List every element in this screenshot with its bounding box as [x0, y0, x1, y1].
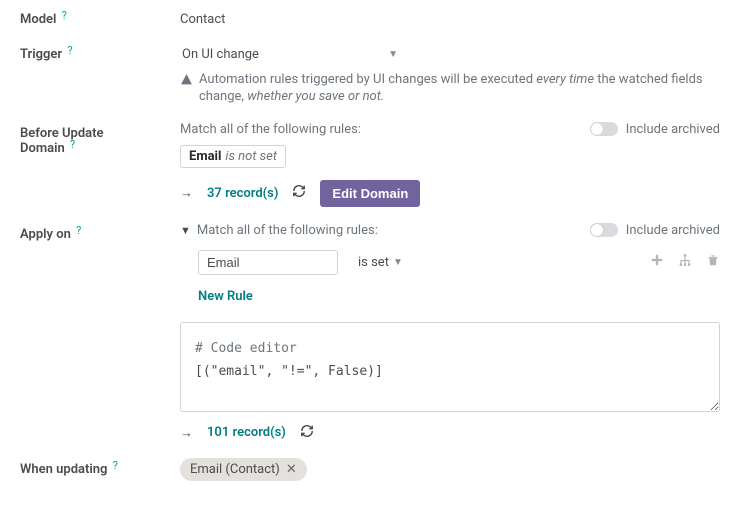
- help-icon[interactable]: ?: [76, 224, 81, 237]
- code-comment: # Code editor: [195, 337, 705, 360]
- before-domain-match-text: Match all of the following rules:: [180, 122, 361, 137]
- before-domain-label-1: Before Update: [20, 126, 104, 141]
- warning-icon: [180, 73, 193, 86]
- chevron-down-icon: ▼: [388, 49, 398, 60]
- refresh-icon[interactable]: [300, 424, 314, 442]
- code-editor[interactable]: # Code editor [("email", "!=", False)]: [180, 322, 720, 412]
- help-icon[interactable]: ?: [62, 9, 67, 22]
- before-domain-records-link[interactable]: 37 record(s): [207, 186, 278, 201]
- apply-on-rule-row: is set ▼: [180, 250, 720, 275]
- include-archived-label: Include archived: [626, 122, 720, 137]
- help-icon[interactable]: ?: [70, 138, 75, 151]
- add-rule-icon[interactable]: [650, 253, 664, 271]
- help-icon[interactable]: ?: [113, 459, 118, 472]
- rule-operator-select[interactable]: is set ▼: [358, 255, 403, 270]
- when-updating-tag[interactable]: Email (Contact) ✕: [180, 458, 307, 481]
- trigger-warning: Automation rules triggered by UI changes…: [180, 72, 720, 106]
- include-archived-toggle-2[interactable]: Include archived: [590, 223, 720, 238]
- arrow-icon: →: [180, 425, 193, 441]
- add-branch-icon[interactable]: [678, 253, 692, 271]
- chevron-down-icon: ▼: [393, 257, 403, 268]
- arrow-icon: →: [180, 185, 193, 201]
- apply-on-match-text: Match all of the following rules:: [197, 223, 378, 238]
- edit-domain-button[interactable]: Edit Domain: [320, 180, 420, 207]
- help-icon[interactable]: ?: [67, 44, 72, 57]
- remove-tag-icon[interactable]: ✕: [286, 462, 297, 477]
- new-rule-link[interactable]: New Rule: [198, 289, 253, 304]
- collapse-icon[interactable]: ▼: [180, 224, 191, 237]
- model-value[interactable]: Contact: [180, 8, 720, 27]
- rule-field-input[interactable]: [198, 250, 338, 275]
- trigger-value: On UI change: [182, 47, 259, 62]
- refresh-icon[interactable]: [292, 184, 306, 202]
- before-domain-label-2: Domain: [20, 141, 65, 156]
- trigger-label: Trigger: [20, 47, 62, 62]
- code-expression: [("email", "!=", False)]: [195, 360, 705, 383]
- apply-on-label: Apply on: [20, 227, 71, 242]
- trigger-select[interactable]: On UI change ▼: [180, 43, 400, 66]
- include-archived-toggle[interactable]: Include archived: [590, 122, 720, 137]
- delete-rule-icon[interactable]: [706, 253, 720, 271]
- when-updating-label: When updating: [20, 462, 107, 477]
- include-archived-label-2: Include archived: [626, 223, 720, 238]
- apply-on-records-link[interactable]: 101 record(s): [207, 425, 286, 440]
- tag-label: Email (Contact): [190, 462, 280, 477]
- before-domain-rule-chip: Email is not set: [180, 145, 286, 168]
- model-label: Model: [20, 12, 56, 27]
